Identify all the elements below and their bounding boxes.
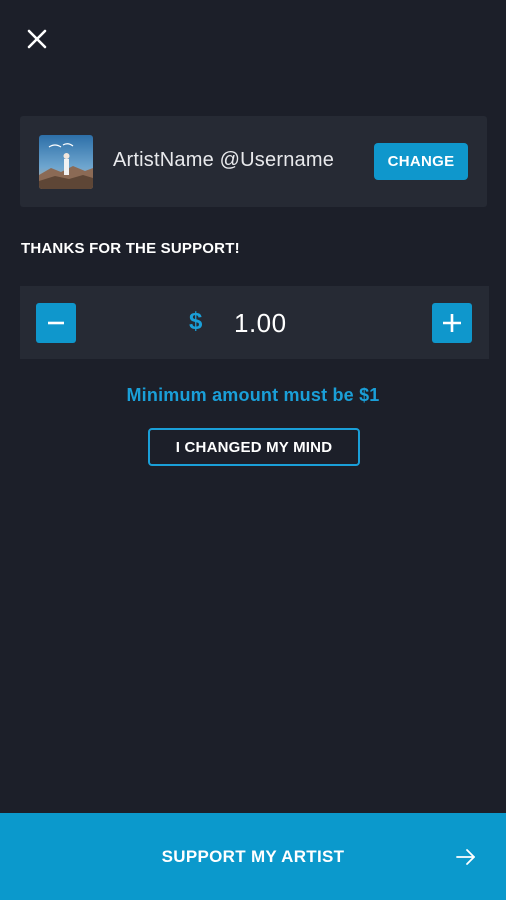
minimum-amount-message: Minimum amount must be $1	[126, 385, 380, 405]
minus-icon	[48, 321, 64, 325]
arrow-right-icon	[456, 849, 475, 865]
changed-my-mind-button[interactable]: I CHANGED MY MIND	[148, 428, 360, 466]
support-button-label: SUPPORT MY ARTIST	[161, 847, 345, 866]
change-artist-button[interactable]: CHANGE	[374, 143, 468, 180]
close-icon	[27, 29, 47, 49]
amount-value[interactable]: 1.00	[234, 308, 287, 339]
plus-icon	[443, 314, 461, 332]
close-button[interactable]	[22, 24, 52, 54]
artist-card: ArtistName @Username CHANGE	[20, 116, 487, 207]
artist-name: ArtistName @Username	[113, 149, 335, 171]
support-my-artist-button[interactable]: SUPPORT MY ARTIST	[0, 813, 506, 900]
decrease-amount-button[interactable]	[36, 303, 76, 343]
thanks-heading: THANKS FOR THE SUPPORT!	[21, 240, 240, 257]
amount-stepper: $ 1.00	[20, 286, 489, 359]
increase-amount-button[interactable]	[432, 303, 472, 343]
currency-symbol: $	[189, 308, 203, 335]
artist-avatar	[39, 135, 93, 189]
